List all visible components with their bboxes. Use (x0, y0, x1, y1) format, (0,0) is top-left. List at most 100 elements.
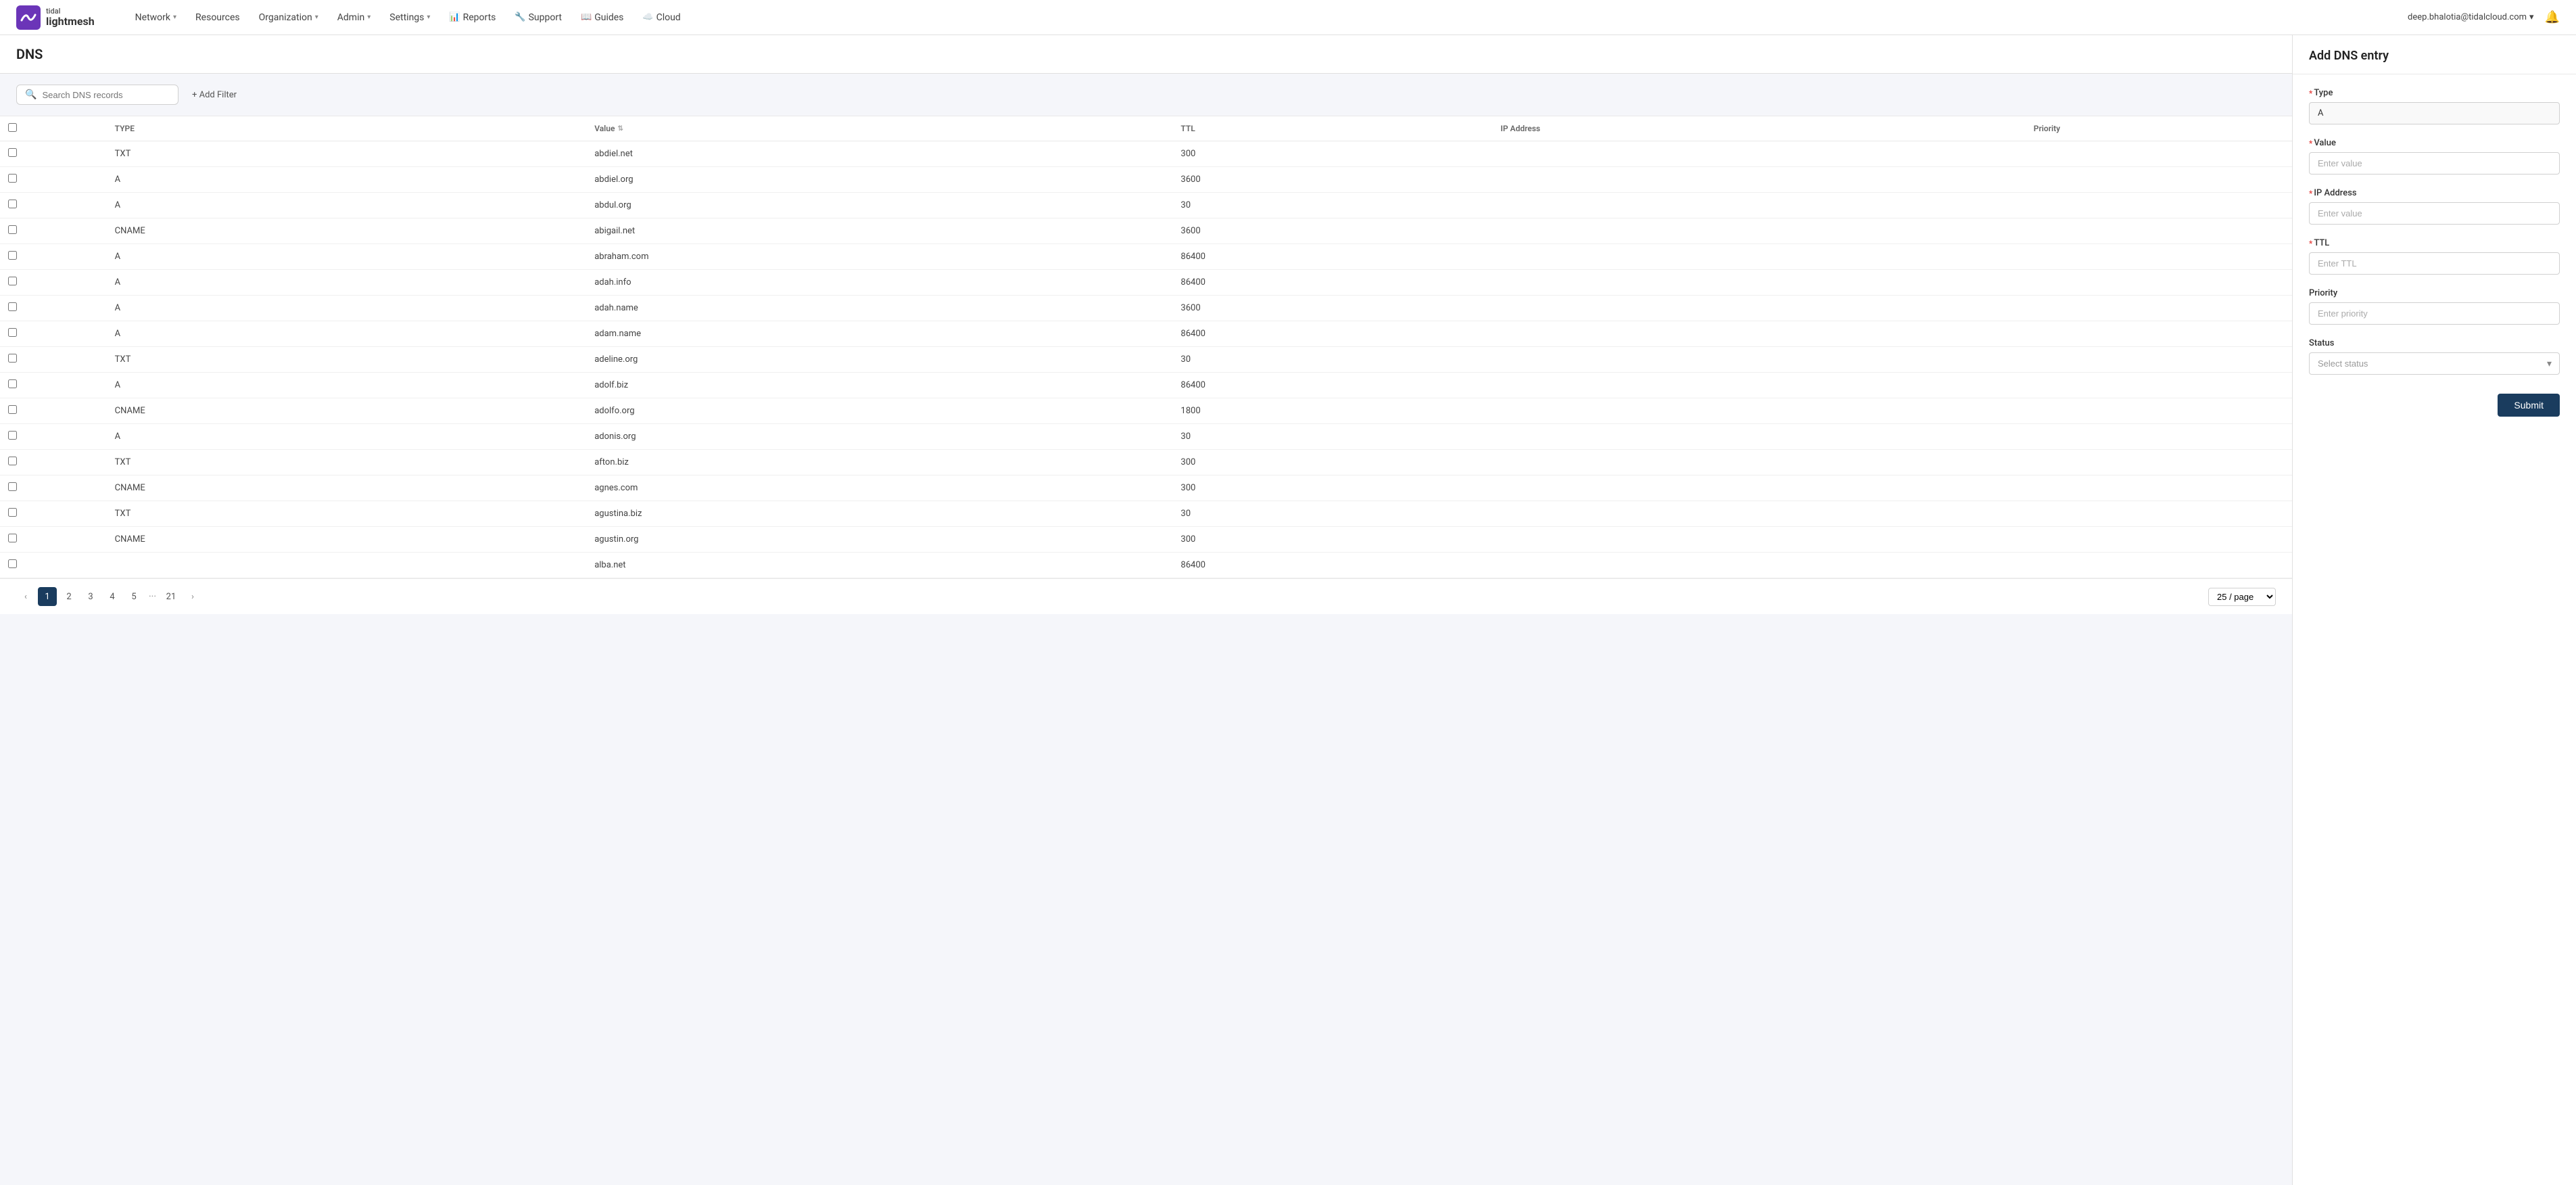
row-priority (2026, 141, 2292, 167)
row-type: A (107, 321, 587, 347)
col-header-value[interactable]: Value ⇅ (586, 116, 1172, 141)
search-box[interactable]: 🔍 (16, 85, 178, 105)
row-ip (1492, 321, 2025, 347)
page-4-button[interactable]: 4 (103, 587, 122, 606)
logo-line1: tidal (46, 7, 95, 16)
ip-input[interactable] (2309, 202, 2560, 225)
row-value: adolfo.org (586, 398, 1172, 424)
nav-guides[interactable]: 📖 Guides (573, 8, 631, 27)
search-input[interactable] (42, 90, 170, 100)
form-field-value: * Value (2309, 138, 2560, 175)
next-page-button[interactable]: › (183, 587, 202, 606)
status-select-wrapper: Select status Active Inactive (2309, 352, 2560, 375)
row-type: TXT (107, 347, 587, 373)
row-checkbox[interactable] (8, 302, 17, 311)
row-checkbox[interactable] (8, 405, 17, 414)
row-value: abdul.org (586, 193, 1172, 218)
row-checkbox[interactable] (8, 354, 17, 363)
table-row: alba.net 86400 (0, 553, 2292, 578)
page-title: DNS (16, 46, 2276, 62)
table-row: A abdul.org 30 (0, 193, 2292, 218)
row-value: afton.biz (586, 450, 1172, 475)
notification-bell-icon[interactable]: 🔔 (2545, 10, 2560, 24)
per-page-selector[interactable]: 25 / page 50 / page 100 / page (2208, 588, 2276, 606)
row-ip (1492, 501, 2025, 527)
row-checkbox[interactable] (8, 431, 17, 440)
page-21-button[interactable]: 21 (162, 587, 181, 606)
tidal-logo-icon (16, 5, 41, 30)
nav-organization[interactable]: Organization ▾ (251, 8, 327, 27)
row-ttl: 86400 (1172, 244, 1492, 270)
per-page-select[interactable]: 25 / page 50 / page 100 / page (2208, 588, 2276, 606)
select-all-checkbox[interactable] (8, 123, 17, 132)
user-menu[interactable]: deep.bhalotia@tidalcloud.com ▾ (2408, 12, 2534, 22)
status-select[interactable]: Select status Active Inactive (2309, 352, 2560, 375)
table-row: TXT abdiel.net 300 (0, 141, 2292, 167)
ip-label: * IP Address (2309, 188, 2560, 198)
logo-line2: lightmesh (46, 16, 95, 28)
main-content: DNS 🔍 + Add Filter (0, 35, 2292, 1185)
table-row: A adah.info 86400 (0, 270, 2292, 296)
form-field-priority: Priority (2309, 288, 2560, 325)
row-priority (2026, 527, 2292, 553)
row-checkbox-cell (0, 321, 107, 347)
row-value: agustin.org (586, 527, 1172, 553)
row-value: abdiel.net (586, 141, 1172, 167)
row-ip (1492, 373, 2025, 398)
logo[interactable]: tidal lightmesh (16, 5, 95, 30)
user-chevron-icon: ▾ (2529, 12, 2534, 22)
table-row: CNAME agnes.com 300 (0, 475, 2292, 501)
table-row: CNAME agustin.org 300 (0, 527, 2292, 553)
row-checkbox[interactable] (8, 251, 17, 260)
dns-table-container: TYPE Value ⇅ TTL (0, 116, 2292, 578)
ttl-input[interactable] (2309, 252, 2560, 275)
row-priority (2026, 270, 2292, 296)
row-priority (2026, 193, 2292, 218)
row-checkbox[interactable] (8, 328, 17, 337)
ip-required-star: * (2309, 189, 2312, 198)
row-checkbox[interactable] (8, 225, 17, 234)
nav-network[interactable]: Network ▾ (127, 8, 185, 27)
row-checkbox[interactable] (8, 534, 17, 542)
priority-input[interactable] (2309, 302, 2560, 325)
nav-settings[interactable]: Settings ▾ (381, 8, 438, 27)
row-checkbox[interactable] (8, 508, 17, 517)
row-type: A (107, 270, 587, 296)
nav-support[interactable]: 🔧 Support (506, 8, 570, 27)
row-type: A (107, 373, 587, 398)
table-row: A adah.name 3600 (0, 296, 2292, 321)
page-1-button[interactable]: 1 (38, 587, 57, 606)
row-checkbox[interactable] (8, 482, 17, 491)
page-3-button[interactable]: 3 (81, 587, 100, 606)
submit-button[interactable]: Submit (2498, 394, 2560, 417)
nav-admin[interactable]: Admin ▾ (329, 8, 379, 27)
row-checkbox[interactable] (8, 148, 17, 157)
table-row: CNAME abigail.net 3600 (0, 218, 2292, 244)
table-row: TXT adeline.org 30 (0, 347, 2292, 373)
row-checkbox[interactable] (8, 200, 17, 208)
col-header-type[interactable]: TYPE (107, 116, 587, 141)
row-checkbox[interactable] (8, 457, 17, 465)
row-checkbox[interactable] (8, 379, 17, 388)
add-filter-button[interactable]: + Add Filter (187, 86, 242, 104)
page-2-button[interactable]: 2 (59, 587, 78, 606)
value-label: * Value (2309, 138, 2560, 148)
row-checkbox[interactable] (8, 559, 17, 568)
row-checkbox-cell (0, 347, 107, 373)
value-input[interactable] (2309, 152, 2560, 175)
prev-page-button[interactable]: ‹ (16, 587, 35, 606)
row-checkbox[interactable] (8, 277, 17, 285)
row-ttl: 300 (1172, 527, 1492, 553)
nav-cloud[interactable]: ☁️ Cloud (634, 8, 688, 27)
type-value-display: A (2309, 102, 2560, 124)
row-priority (2026, 373, 2292, 398)
nav-reports[interactable]: 📊 Reports (441, 8, 504, 27)
page-5-button[interactable]: 5 (124, 587, 143, 606)
row-checkbox[interactable] (8, 174, 17, 183)
row-value: agustina.biz (586, 501, 1172, 527)
table-row: A abdiel.org 3600 (0, 167, 2292, 193)
nav-resources[interactable]: Resources (187, 8, 248, 27)
row-value: abraham.com (586, 244, 1172, 270)
org-chevron-icon: ▾ (315, 14, 318, 21)
row-checkbox-cell (0, 167, 107, 193)
